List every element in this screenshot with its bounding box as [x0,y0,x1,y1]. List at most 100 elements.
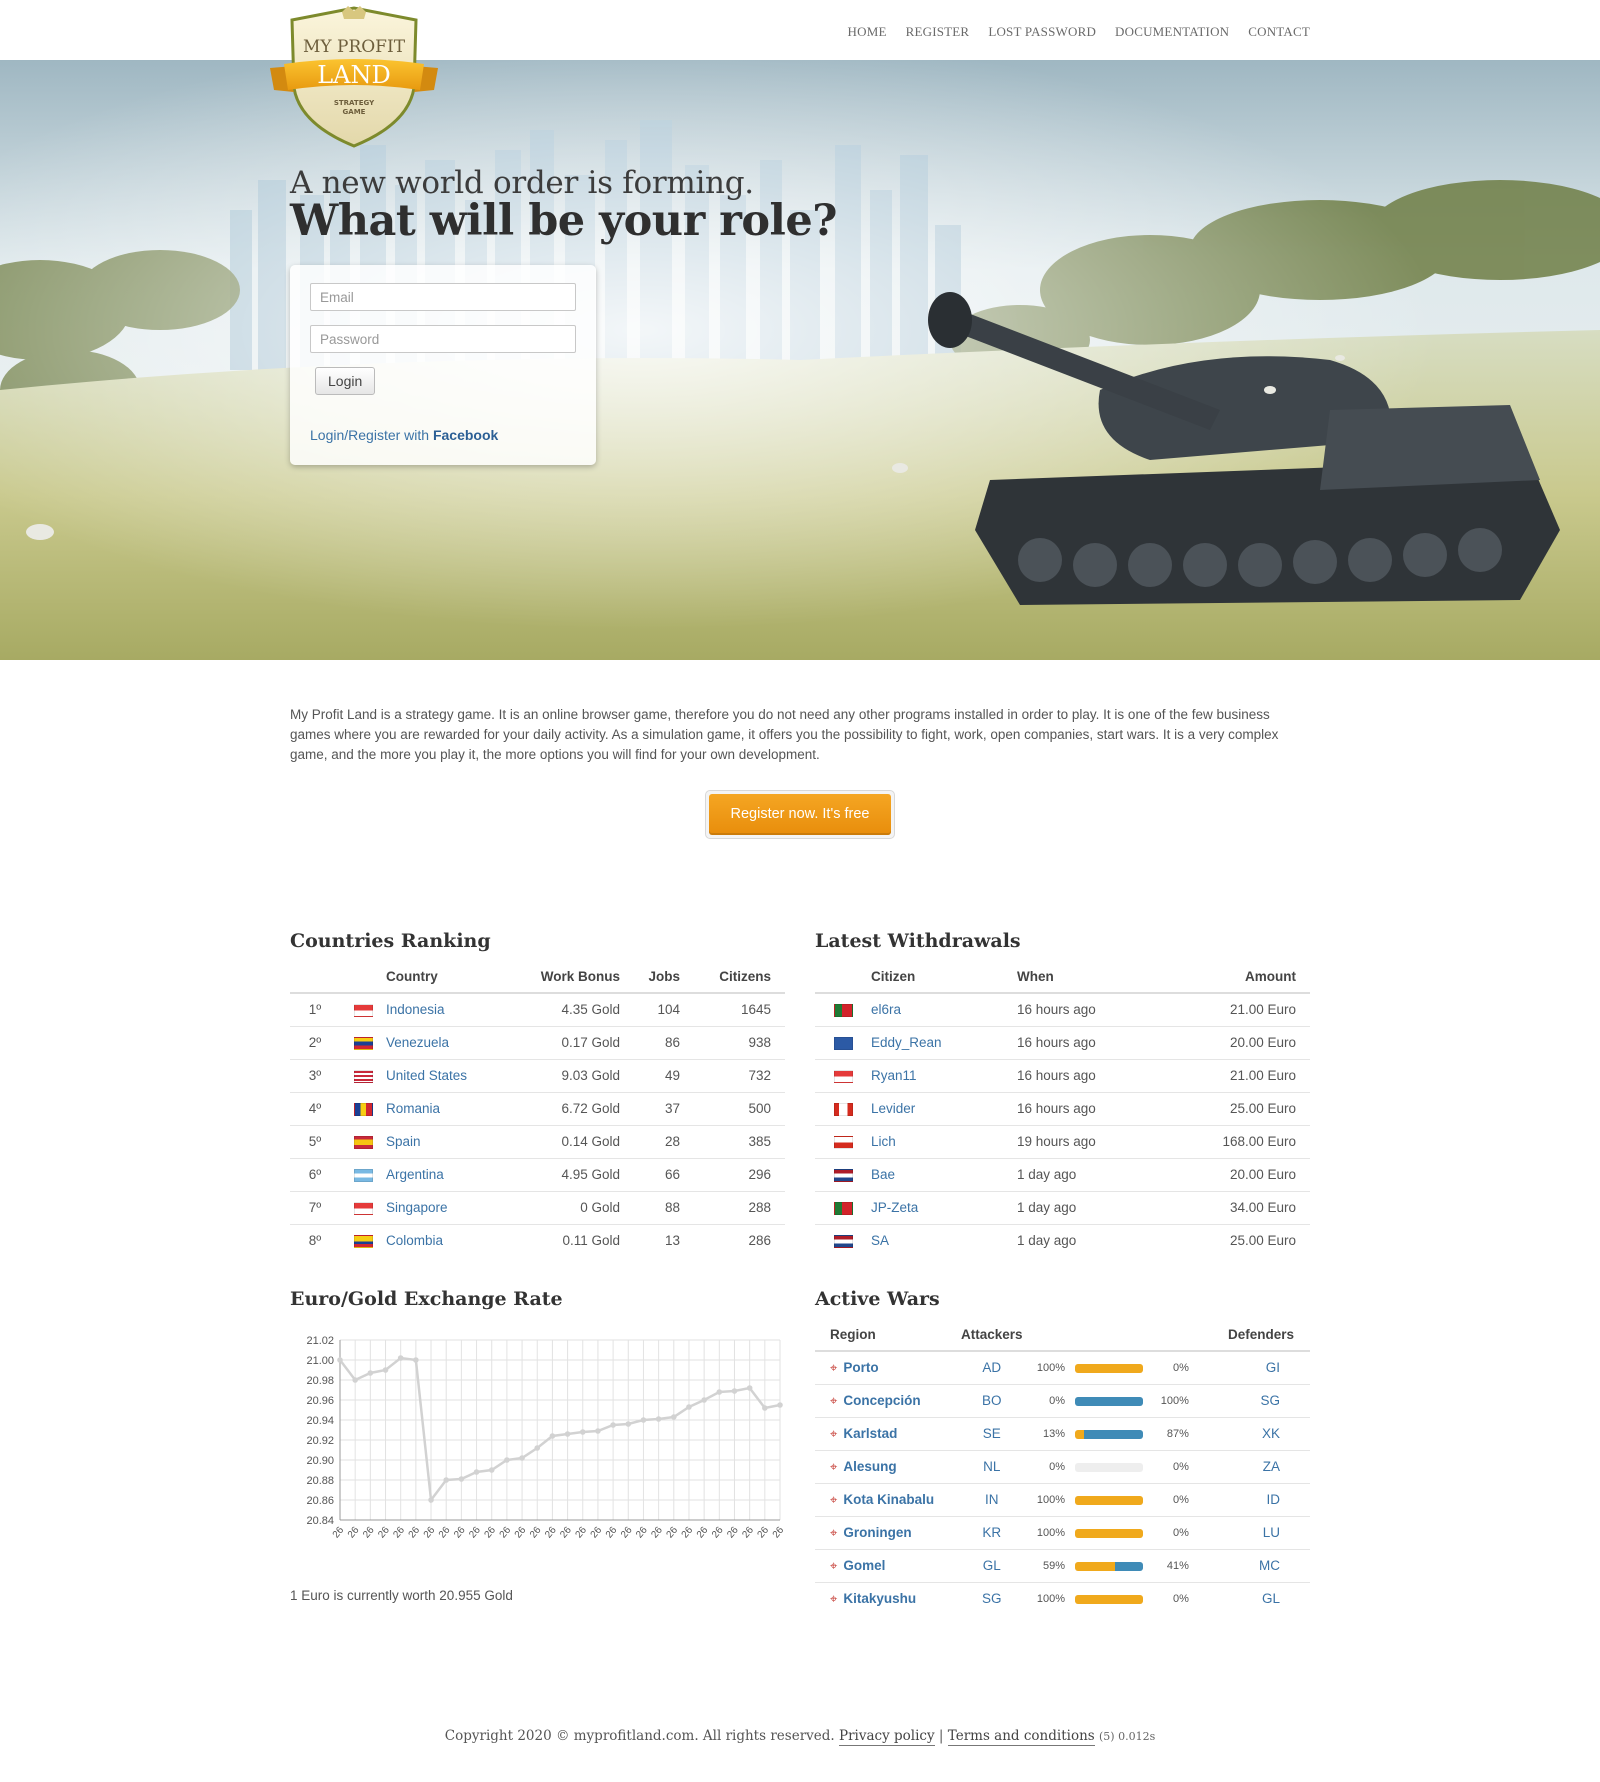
withdrawal-row: Ryan11 16 hours ago 21.00 Euro [815,1059,1310,1093]
country-link[interactable]: Argentina [386,1167,444,1182]
region-link[interactable]: Kitakyushu [843,1591,916,1606]
citizen-link[interactable]: Bae [871,1167,895,1182]
region-link[interactable]: Concepción [843,1393,920,1408]
x-tick-label: 26 [482,1525,498,1541]
defender-pct-cell: 0% [1146,1483,1189,1517]
main-nav: HOME REGISTER LOST PASSWORD DOCUMENTATIO… [848,24,1310,40]
citizens-cell: 286 [748,1233,771,1249]
citizen-link[interactable]: Lich [871,1134,896,1149]
attacker-link[interactable]: KR [982,1525,1001,1540]
ranking-row: 5º Spain 0.14 Gold 28 385 [290,1125,785,1159]
attacker-link[interactable]: IN [985,1492,999,1507]
col-when: When [1017,961,1177,994]
nav-documentation[interactable]: DOCUMENTATION [1115,24,1229,40]
rank-cell: 6º [290,1158,340,1192]
when-cell: 16 hours ago [1017,1092,1177,1126]
flag-icon [833,1201,853,1215]
region-link[interactable]: Kota Kinabalu [843,1492,934,1507]
attacker-cell: NL [960,1450,1023,1484]
region-link[interactable]: Groningen [843,1525,911,1540]
col-country: Country [386,961,536,994]
site-logo[interactable]: MY PROFIT LAND STRATEGY GAME [268,6,440,154]
work-bonus-cell: 6.72 Gold [536,1092,620,1126]
crosshair-icon: ⌖ [830,1491,838,1507]
defender-cell: GL [1189,1582,1310,1615]
defender-link[interactable]: ZA [1263,1459,1280,1474]
y-tick-label: 20.88 [306,1475,334,1487]
password-field[interactable] [310,325,576,353]
country-link[interactable]: Singapore [386,1200,448,1215]
withdrawal-row: el6ra 16 hours ago 21.00 Euro [815,993,1310,1027]
flag-icon [833,1235,853,1249]
citizen-link[interactable]: Ryan11 [871,1068,917,1083]
flag-icon [833,1069,853,1083]
data-point [746,1385,753,1391]
country-link[interactable]: Romania [386,1101,440,1116]
citizen-link[interactable]: SA [871,1233,889,1248]
progress-cell [1071,1384,1147,1418]
country-link[interactable]: Venezuela [386,1035,449,1050]
email-field[interactable] [310,283,576,311]
citizen-cell: Bae [871,1158,1017,1192]
flag-cell [815,993,871,1027]
attacker-bar-fill [1074,1595,1143,1605]
jobs-cell: 86 [620,1026,680,1060]
war-row: ⌖ Kota Kinabalu IN 100% 0% ID [815,1483,1310,1517]
defender-link[interactable]: XK [1262,1426,1280,1441]
data-point [670,1414,677,1420]
when-cell: 16 hours ago [1017,1059,1177,1093]
country-link[interactable]: United States [386,1068,467,1083]
nav-register[interactable]: REGISTER [906,24,970,40]
country-link[interactable]: Indonesia [386,1002,445,1017]
ranking-header-row: Country Work Bonus Jobs Citizens [290,961,785,994]
defender-link[interactable]: MC [1259,1558,1280,1573]
defender-pct-cell: 0% [1146,1450,1189,1484]
progress-cell [1071,1549,1147,1583]
region-cell: ⌖ Alesung [815,1450,961,1484]
attacker-link[interactable]: SE [983,1426,1001,1441]
attacker-link[interactable]: BO [982,1393,1002,1408]
data-point [686,1404,692,1410]
attacker-pct-cell: 0% [1022,1384,1072,1418]
nav-contact[interactable]: CONTACT [1248,24,1310,40]
facebook-login-prefix: Login/Register with [310,427,433,443]
citizen-link[interactable]: JP-Zeta [871,1200,918,1215]
terms-link[interactable]: Terms and conditions [947,1728,1095,1746]
crosshair-icon: ⌖ [830,1557,838,1573]
nav-lost-password[interactable]: LOST PASSWORD [988,24,1096,40]
citizen-cell: Lich [871,1125,1017,1159]
defender-link[interactable]: GI [1266,1360,1280,1375]
citizen-link[interactable]: Levider [871,1101,915,1116]
region-link[interactable]: Porto [843,1360,878,1375]
attacker-link[interactable]: SG [982,1591,1002,1606]
nav-home[interactable]: HOME [848,24,887,40]
citizen-link[interactable]: Eddy_Rean [871,1035,942,1050]
attacker-link[interactable]: GL [983,1558,1001,1573]
defender-link[interactable]: LU [1263,1525,1280,1540]
defender-link[interactable]: GL [1262,1591,1280,1606]
x-tick-label: 26 [346,1525,362,1541]
defender-link[interactable]: SG [1260,1393,1280,1408]
country-link[interactable]: Spain [386,1134,421,1149]
privacy-policy-link[interactable]: Privacy policy [839,1728,935,1746]
flag-cell [815,1059,871,1093]
attacker-bar-fill [1074,1429,1084,1439]
defender-link[interactable]: ID [1267,1492,1281,1507]
region-cell: ⌖ Karlstad [815,1417,961,1451]
citizens-cell: 938 [680,1026,785,1060]
region-link[interactable]: Gomel [843,1558,885,1573]
attacker-link[interactable]: AD [982,1360,1001,1375]
login-button[interactable]: Login [315,367,376,395]
country-link[interactable]: Colombia [386,1233,443,1248]
col-defenders: Defenders [1188,1319,1310,1352]
region-link[interactable]: Karlstad [843,1426,897,1441]
region-link[interactable]: Alesung [843,1459,896,1474]
data-point [413,1357,419,1363]
facebook-login-link[interactable]: Login/Register with Facebook [310,427,498,443]
flag-cell [815,1125,871,1159]
attacker-link[interactable]: NL [983,1459,1000,1474]
withdrawals-title: Latest Withdrawals [815,930,1021,952]
register-cta-button[interactable]: Register now. It's free [709,794,891,835]
attacker-pct-cell: 100% [1022,1351,1072,1385]
citizen-link[interactable]: el6ra [871,1002,901,1017]
